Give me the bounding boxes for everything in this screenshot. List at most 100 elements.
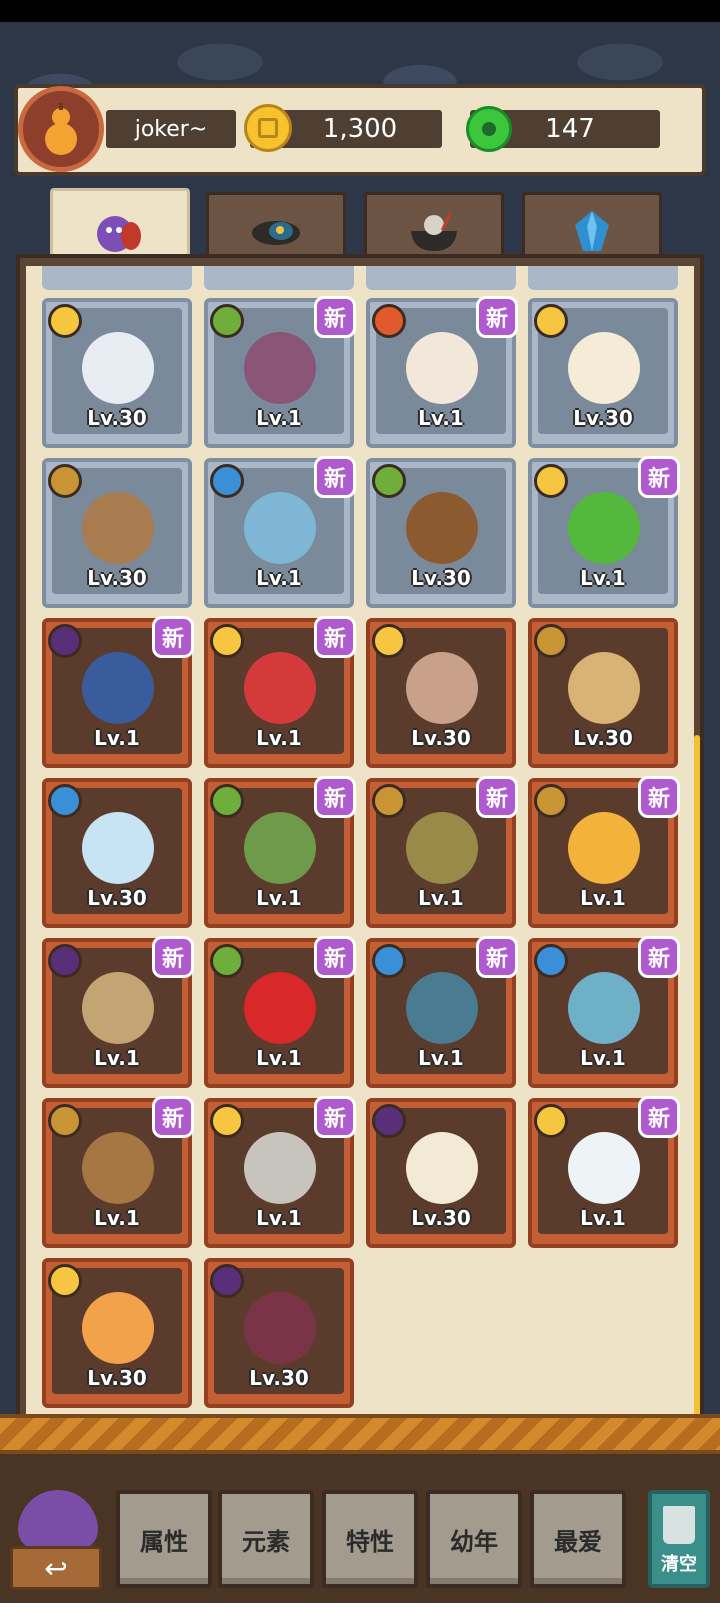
monster-card[interactable]: 新 Lv.1 — [528, 456, 680, 608]
sun-element-icon — [534, 1104, 568, 1138]
monster-sprite — [244, 332, 316, 404]
monster-card[interactable]: 新 Lv.1 — [366, 776, 518, 928]
new-badge: 新 — [638, 456, 680, 498]
level-label: Lv.1 — [580, 1206, 626, 1230]
monster-sprite — [568, 812, 640, 884]
wood-divider — [0, 1414, 720, 1454]
monster-card[interactable]: Lv.30 — [42, 1258, 192, 1408]
monster-card[interactable]: 新 Lv.1 — [204, 616, 356, 768]
fire-element-icon — [372, 304, 406, 338]
monster-card[interactable]: Lv.30 — [366, 458, 516, 608]
level-label: Lv.1 — [94, 1206, 140, 1230]
new-badge: 新 — [638, 936, 680, 978]
monster-card[interactable]: 新 Lv.1 — [528, 936, 680, 1088]
moon-element-icon — [372, 1104, 406, 1138]
gem-icon — [466, 106, 512, 152]
monster-card[interactable]: 新 Lv.1 — [366, 296, 518, 448]
level-label: Lv.1 — [94, 726, 140, 750]
monster-card[interactable]: 新 Lv.1 — [204, 936, 356, 1088]
scrollbar[interactable] — [694, 735, 700, 1425]
crystal-tab-icon — [575, 210, 609, 251]
new-badge: 新 — [152, 1096, 194, 1138]
sun-element-icon — [372, 624, 406, 658]
moon-element-icon — [48, 624, 82, 658]
monster-card[interactable]: 新 Lv.1 — [204, 1096, 356, 1248]
feather-tab-icon — [252, 220, 300, 245]
filter-trait-button[interactable]: 特性 — [322, 1490, 418, 1588]
new-badge: 新 — [314, 456, 356, 498]
level-label: Lv.1 — [418, 406, 464, 430]
earth-element-icon — [48, 464, 82, 498]
partial-card — [204, 266, 354, 290]
monster-card[interactable]: 新 Lv.1 — [204, 456, 356, 608]
monster-card[interactable]: 新 Lv.1 — [204, 776, 356, 928]
back-button[interactable]: ↩ — [10, 1490, 102, 1590]
partial-card — [366, 266, 516, 290]
level-label: Lv.30 — [87, 1366, 147, 1390]
monster-sprite — [568, 1132, 640, 1204]
monster-card[interactable]: Lv.30 — [42, 778, 192, 928]
monster-sprite — [406, 812, 478, 884]
water-element-icon — [48, 784, 82, 818]
level-label: Lv.1 — [580, 886, 626, 910]
monster-sprite — [82, 652, 154, 724]
monster-card[interactable]: Lv.30 — [528, 298, 678, 448]
new-badge: 新 — [638, 1096, 680, 1138]
monster-sprite — [406, 492, 478, 564]
monster-card[interactable]: Lv.30 — [204, 1258, 354, 1408]
level-label: Lv.1 — [418, 886, 464, 910]
monster-card[interactable]: Lv.30 — [528, 618, 678, 768]
filter-attribute-button[interactable]: 属性 — [116, 1490, 212, 1588]
monster-card[interactable]: 新 Lv.1 — [366, 936, 518, 1088]
earth-element-icon — [48, 1104, 82, 1138]
leaf-element-icon — [372, 464, 406, 498]
monster-sprite — [82, 972, 154, 1044]
monster-sprite — [568, 492, 640, 564]
sun-element-icon — [210, 1104, 244, 1138]
clear-button[interactable]: 清空 — [648, 1490, 710, 1588]
filter-element-button[interactable]: 元素 — [218, 1490, 314, 1588]
partial-card — [42, 266, 192, 290]
new-badge: 新 — [152, 616, 194, 658]
new-badge: 新 — [638, 776, 680, 818]
monster-card[interactable]: Lv.30 — [366, 1098, 516, 1248]
monster-sprite — [82, 1292, 154, 1364]
coin-icon — [244, 104, 292, 152]
sun-element-icon — [48, 304, 82, 338]
level-label: Lv.1 — [256, 1206, 302, 1230]
monster-card[interactable]: 新 Lv.1 — [42, 936, 194, 1088]
partial-card — [528, 266, 678, 290]
monster-card[interactable]: Lv.30 — [366, 618, 516, 768]
monster-sprite — [82, 1132, 154, 1204]
filter-favorite-button[interactable]: 最爱 — [530, 1490, 626, 1588]
monster-card[interactable]: 新 Lv.1 — [204, 296, 356, 448]
level-label: Lv.30 — [87, 886, 147, 910]
water-element-icon — [372, 944, 406, 978]
filter-juvenile-button[interactable]: 幼年 — [426, 1490, 522, 1588]
monster-card[interactable]: 新 Lv.1 — [528, 776, 680, 928]
new-badge: 新 — [314, 776, 356, 818]
new-badge: 新 — [314, 936, 356, 978]
monster-card[interactable]: Lv.30 — [42, 458, 192, 608]
monster-sprite — [406, 332, 478, 404]
monster-grid-container[interactable]: Lv.30 新 Lv.1 新 Lv.1 Lv.30 Lv.30 新 Lv.1 Lv.30 新 Lv.1… — [26, 266, 694, 1426]
level-label: Lv.30 — [87, 406, 147, 430]
level-label: Lv.30 — [411, 566, 471, 590]
level-label: Lv.1 — [580, 566, 626, 590]
earth-element-icon — [372, 784, 406, 818]
player-avatar[interactable] — [18, 86, 104, 172]
monster-card[interactable]: 新 Lv.1 — [42, 616, 194, 768]
new-badge: 新 — [476, 296, 518, 338]
monster-sprite — [82, 492, 154, 564]
water-element-icon — [210, 464, 244, 498]
monster-card[interactable]: Lv.30 — [42, 298, 192, 448]
monster-sprite — [244, 812, 316, 884]
back-arrow-icon: ↩ — [10, 1546, 102, 1590]
monster-card[interactable]: 新 Lv.1 — [42, 1096, 194, 1248]
sun-element-icon — [534, 304, 568, 338]
level-label: Lv.30 — [573, 726, 633, 750]
monster-sprite — [82, 812, 154, 884]
level-label: Lv.1 — [580, 1046, 626, 1070]
sun-element-icon — [210, 624, 244, 658]
monster-card[interactable]: 新 Lv.1 — [528, 1096, 680, 1248]
